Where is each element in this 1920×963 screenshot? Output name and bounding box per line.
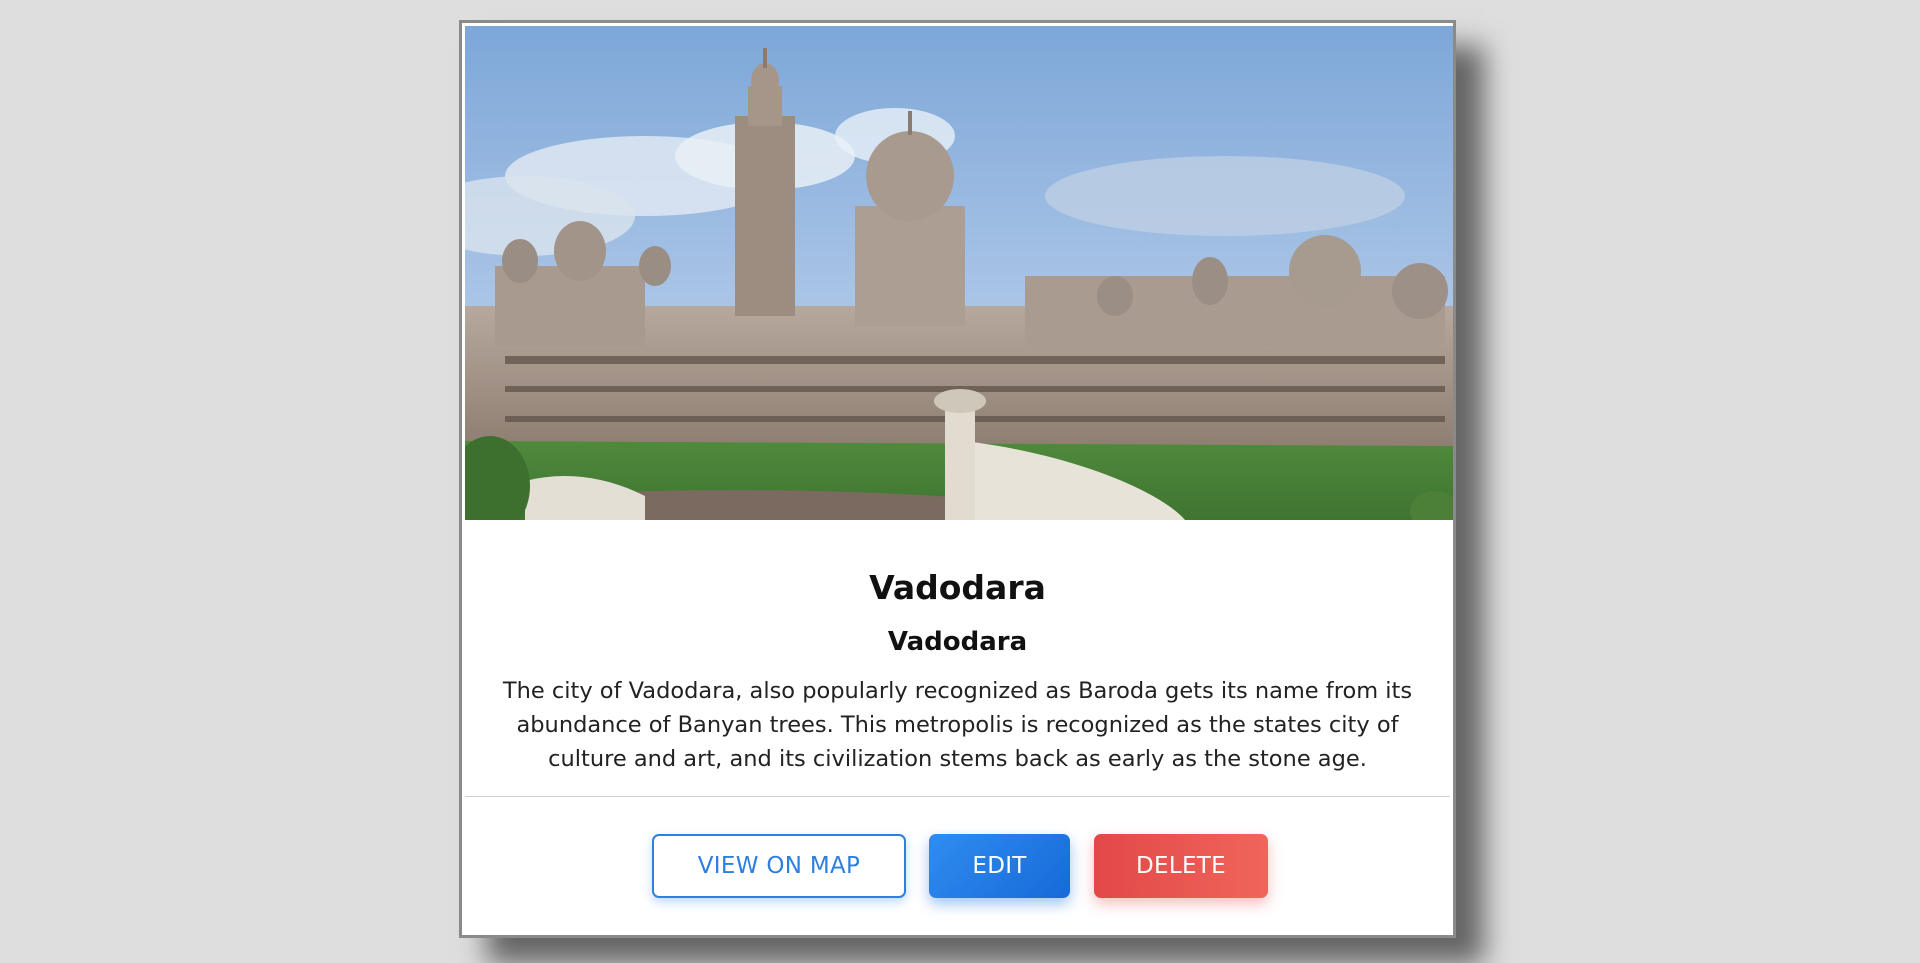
place-card: Vadodara Vadodara The city of Vadodara, …	[459, 20, 1456, 938]
place-title: Vadodara	[869, 568, 1046, 607]
edit-button[interactable]: EDIT	[929, 834, 1070, 898]
view-on-map-button[interactable]: VIEW ON MAP	[652, 834, 906, 898]
card-body: Vadodara Vadodara The city of Vadodara, …	[462, 520, 1453, 776]
place-image	[465, 26, 1453, 520]
delete-button[interactable]: DELETE	[1094, 834, 1268, 898]
place-subtitle: Vadodara	[887, 627, 1028, 657]
card-actions: VIEW ON MAP EDIT DELETE	[462, 834, 1453, 900]
place-description: The city of Vadodara, also popularly rec…	[502, 678, 1413, 772]
actions-divider	[465, 796, 1450, 797]
